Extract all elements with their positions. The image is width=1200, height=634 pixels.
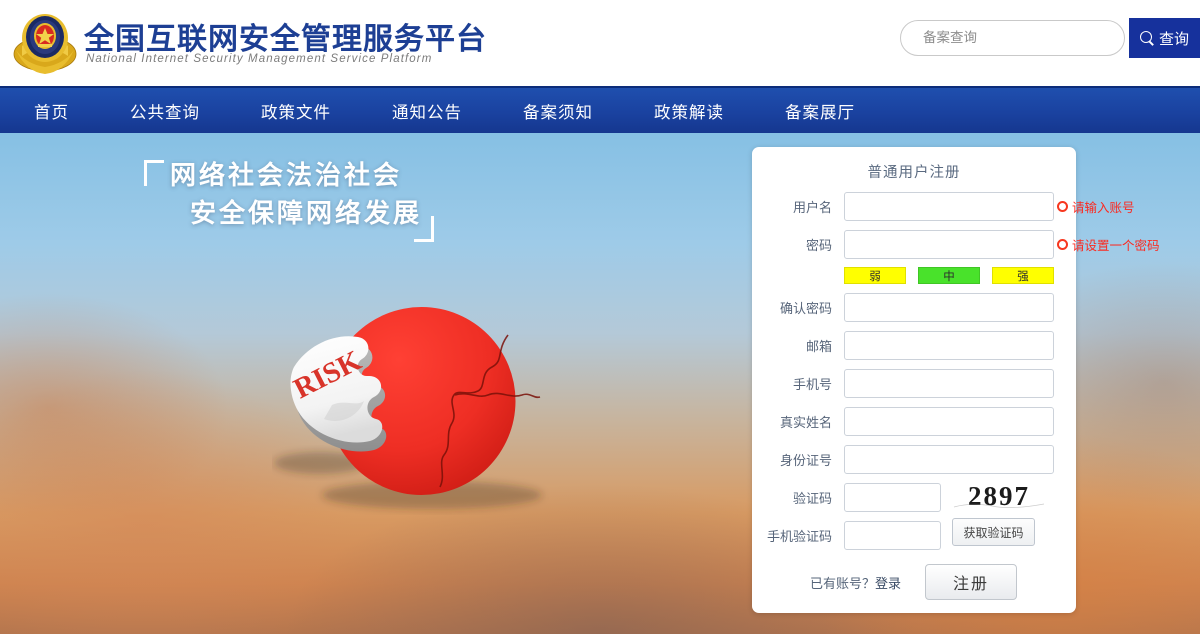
have-account-label: 已有账号？ [810,576,876,592]
password-input[interactable] [844,229,1054,259]
sms-captcha-input[interactable] [844,520,941,550]
email-input[interactable] [844,330,1054,360]
label-captcha: 验证码 [792,491,832,507]
hero-slogan: 网络社会法治社会 安全保障网络发展 [144,158,434,242]
label-id-number: 身份证号 [779,453,832,469]
register-submit-button[interactable]: 注册 [925,564,1018,600]
nav-item-filing-notice[interactable]: 备案须知 [523,99,593,123]
error-password-text: 请设置一个密码 [1072,237,1160,253]
form-row-password: 密码 请设置一个密码 [752,229,1160,259]
phone-input[interactable] [844,368,1054,398]
label-email: 邮箱 [805,339,832,355]
search-button-label: 查询 [1158,29,1189,48]
risk-piece: RISK [289,336,387,452]
risk-puzzle-graphic: RISK [274,306,542,509]
password-strength-meter: 弱 中 强 [844,267,1076,284]
page-root: 全国互联网安全管理服务平台 National Internet Security… [0,0,1200,634]
captcha-noise-icon [953,503,1045,508]
police-badge-icon [12,6,78,76]
label-real-name: 真实姓名 [779,415,832,431]
site-header: 全国互联网安全管理服务平台 National Internet Security… [0,0,1200,86]
id-number-input[interactable] [844,444,1054,474]
register-form: 用户名 请输入账号 密码 请设置一个密码 弱 中 强 确认密码 邮箱 手机号 真… [752,182,1160,600]
search-box[interactable] [900,20,1125,56]
nav-item-policy-interpretation[interactable]: 政策解读 [654,99,724,123]
error-circle-icon [1057,238,1068,250]
confirm-password-input[interactable] [844,292,1054,322]
captcha-image[interactable]: 2897 [952,478,1046,514]
bracket-bottom-right-icon [414,216,434,242]
search-icon [1139,30,1155,46]
nav-item-policy-docs[interactable]: 政策文件 [261,99,331,123]
error-username-text: 请输入账号 [1072,199,1135,215]
error-circle-icon [1057,200,1068,212]
real-name-input[interactable] [844,406,1054,436]
form-row-real-name: 真实姓名 [752,406,1076,436]
form-row-sms-captcha: 手机验证码 获取验证码 [752,518,1076,550]
form-row-confirm-password: 确认密码 [752,292,1076,322]
username-input[interactable] [844,191,1054,221]
strength-medium: 中 [918,267,980,284]
search-input[interactable] [901,21,1124,55]
police-badge-svg [13,14,77,74]
label-password: 密码 [805,238,832,254]
nav-item-announcements[interactable]: 通知公告 [392,99,462,123]
register-panel: 普通用户注册 用户名 请输入账号 密码 请设置一个密码 弱 中 强 确认密码 邮… [752,147,1160,613]
have-account-text: 已有账号？登录 [810,573,901,592]
main-navigation: 首页 公共查询 政策文件 通知公告 备案须知 政策解读 备案展厅 [0,86,1200,133]
slogan-line-1: 网络社会法治社会 [170,161,403,191]
search-button[interactable]: 查询 [1129,18,1200,58]
page-title: 全国互联网安全管理服务平台 [84,22,487,57]
register-panel-title: 普通用户注册 [867,165,961,181]
form-row-id-number: 身份证号 [752,444,1076,474]
captcha-input[interactable] [844,482,941,512]
brand-subtitle: National Internet Security Management Se… [86,53,433,65]
nav-item-filing-hall[interactable]: 备案展厅 [785,99,855,123]
strength-strong: 强 [992,267,1054,284]
register-actions: 已有账号？登录 注册 [752,564,1076,600]
form-row-email: 邮箱 [752,330,1076,360]
form-row-captcha: 验证码 2897 [752,478,1076,514]
form-row-phone: 手机号 [752,368,1076,398]
label-confirm-password: 确认密码 [779,301,832,317]
bracket-top-left-icon [144,160,164,186]
form-row-username: 用户名 请输入账号 [752,191,1135,221]
label-username: 用户名 [792,200,832,216]
label-phone: 手机号 [792,377,832,393]
error-username: 请输入账号 [1057,197,1135,216]
error-password: 请设置一个密码 [1057,235,1160,254]
slogan-line-2: 安全保障网络发展 [190,198,423,229]
nav-item-home[interactable]: 首页 [34,99,69,123]
login-link[interactable]: 登录 [875,577,901,592]
get-sms-code-button[interactable]: 获取验证码 [952,518,1035,546]
nav-item-public-query[interactable]: 公共查询 [130,99,200,123]
label-sms-captcha: 手机验证码 [766,529,832,545]
strength-weak: 弱 [844,267,906,284]
